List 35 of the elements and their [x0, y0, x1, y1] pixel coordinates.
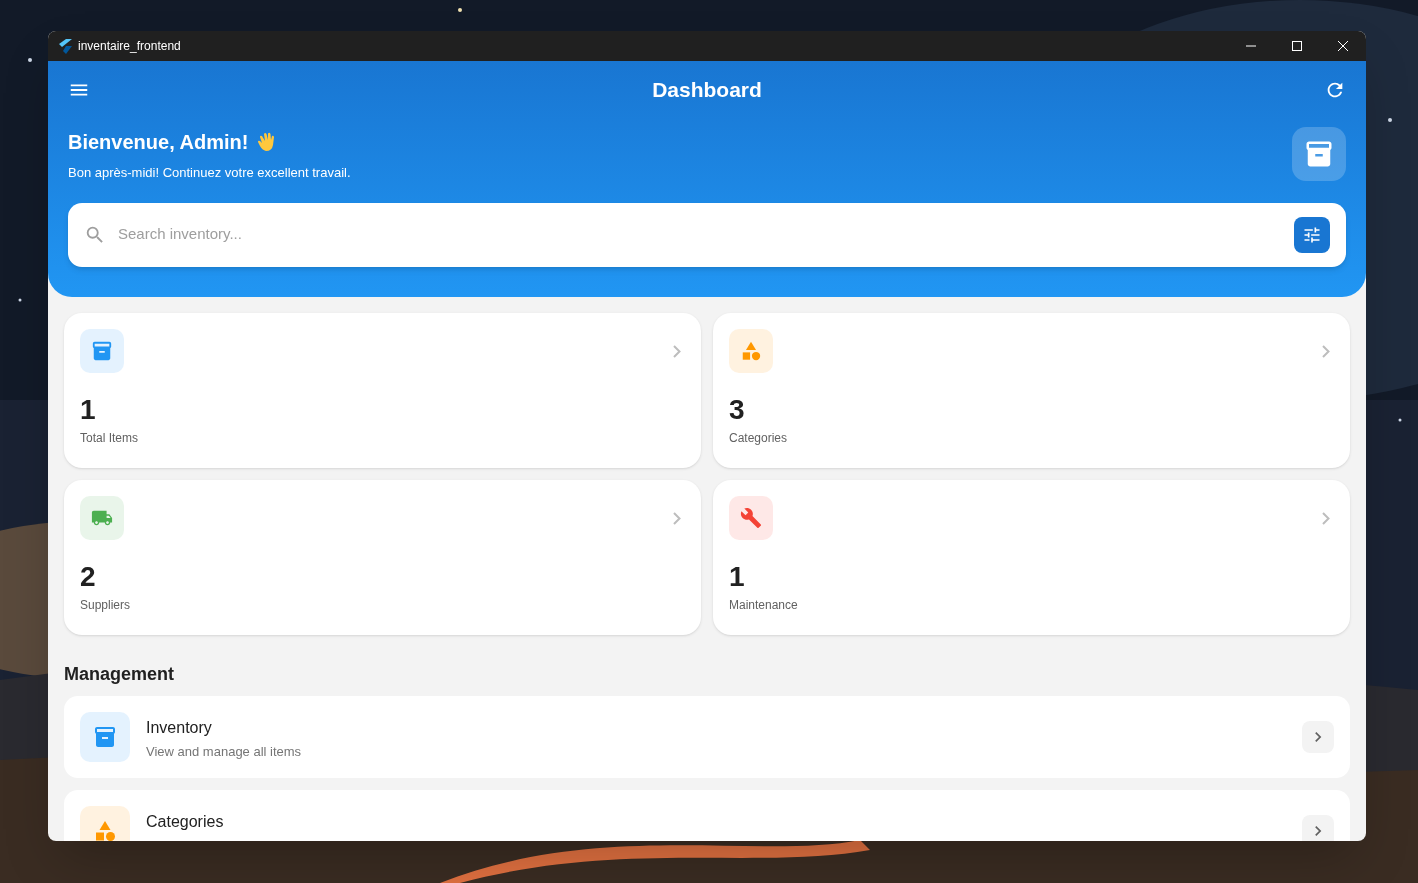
management-item[interactable]: Categories: [64, 789, 1350, 841]
page-title: Dashboard: [651, 77, 763, 104]
stat-value: 1: [80, 392, 97, 427]
search-field[interactable]: Search inventory...: [118, 223, 1294, 246]
app-logo-icon: [58, 38, 72, 54]
chevron-icon: [673, 511, 681, 525]
filter-button[interactable]: [1294, 216, 1330, 253]
stat-label: Suppliers: [80, 596, 132, 614]
search-bar[interactable]: Search inventory...: [68, 202, 1346, 267]
stat-label: Maintenance: [729, 596, 799, 614]
stat-label: Categories: [729, 429, 789, 447]
chevron-icon: [673, 344, 681, 358]
chevron-icon: [1322, 344, 1330, 358]
window-title: inventaire_frontend: [78, 38, 181, 55]
maximize-icon: [1292, 41, 1302, 51]
chevron-button[interactable]: [1302, 720, 1334, 753]
item-title: Categories: [146, 811, 225, 832]
stat-card[interactable]: 1 Maintenance: [713, 479, 1350, 635]
greeting: Bienvenue, Admin!: [68, 130, 249, 155]
stat-card[interactable]: 2 Suppliers: [64, 479, 701, 635]
chevron-button[interactable]: [1302, 814, 1334, 841]
management-item[interactable]: Inventory View and manage all items: [64, 695, 1350, 778]
box-icon: [1304, 139, 1334, 169]
chevron-icon: [1322, 511, 1330, 525]
stat-value: 2: [80, 559, 97, 594]
item-subtitle: View and manage all items: [146, 742, 303, 761]
stat-card[interactable]: 1 Total Items: [64, 312, 701, 468]
stat-label: Total Items: [80, 429, 140, 447]
stat-value: 1: [729, 559, 746, 594]
item-title: Inventory: [146, 717, 213, 738]
close-icon: [1338, 41, 1348, 51]
section-title: Management: [64, 662, 176, 686]
stat-card[interactable]: 3 Categories: [713, 312, 1350, 468]
greeting-subtitle: Bon après-midi! Continuez votre excellent travail.: [68, 164, 351, 182]
stat-value: 3: [729, 392, 746, 427]
